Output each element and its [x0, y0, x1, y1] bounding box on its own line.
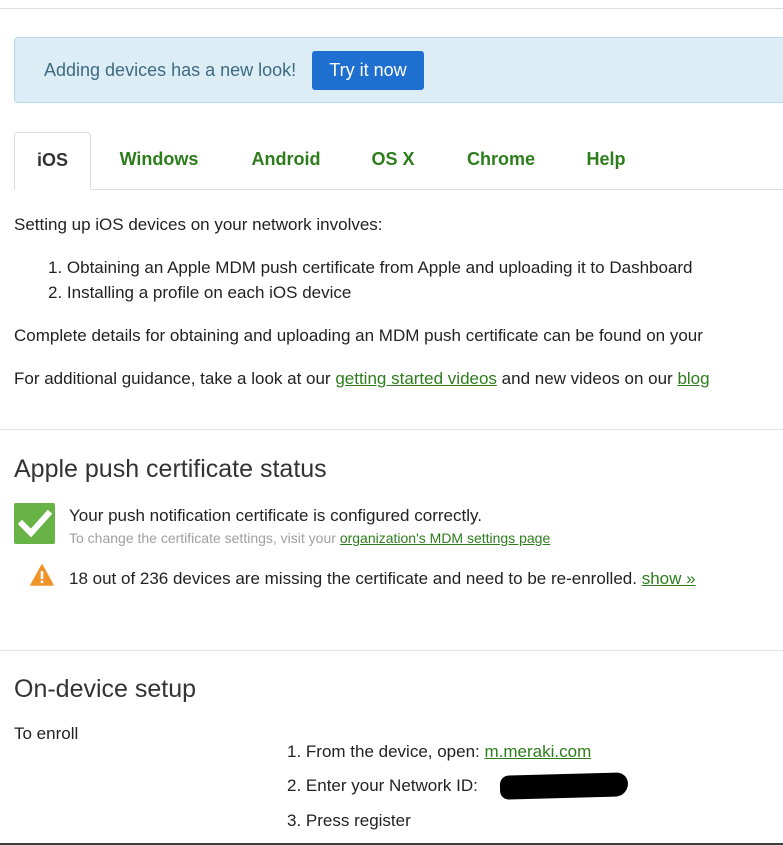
details-line: Complete details for obtaining and uploa…	[14, 326, 703, 345]
mdm-settings-link[interactable]: organization's MDM settings page	[340, 530, 550, 546]
blog-link[interactable]: blog	[677, 369, 709, 388]
warning-icon	[30, 564, 54, 591]
tab-os-x[interactable]: OS X	[356, 132, 430, 190]
guidance-prefix: For additional guidance, take a look at …	[14, 369, 336, 388]
enroll-step-1: 1. From the device, open: m.meraki.com	[287, 742, 591, 762]
cert-ok-message: Your push notification certificate is co…	[69, 506, 482, 525]
on-device-setup-heading: On-device setup	[14, 675, 197, 703]
redacted-network-id	[499, 772, 629, 800]
meraki-url-link[interactable]: m.meraki.com	[485, 742, 592, 761]
enroll-step-1-text: 1. From the device, open:	[287, 742, 485, 761]
top-divider	[0, 8, 783, 9]
enroll-step-3: 3. Press register	[287, 811, 411, 830]
tab-help[interactable]: Help	[572, 132, 640, 190]
intro-step-2: 2. Installing a profile on each iOS devi…	[48, 283, 352, 302]
show-devices-link[interactable]: show »	[642, 569, 696, 588]
tab-chrome[interactable]: Chrome	[450, 132, 552, 190]
missing-cert-warning: 18 out of 236 devices are missing the ce…	[69, 569, 696, 589]
intro-step-1: 1. Obtaining an Apple MDM push certifica…	[48, 258, 693, 277]
cert-status-heading: Apple push certificate status	[14, 455, 327, 483]
new-look-banner: Adding devices has a new look! Try it no…	[14, 37, 783, 103]
cert-settings-hint: To change the certificate settings, visi…	[69, 530, 550, 546]
getting-started-videos-link[interactable]: getting started videos	[335, 369, 497, 388]
enroll-label: To enroll	[14, 724, 79, 743]
guidance-line: For additional guidance, take a look at …	[14, 369, 710, 389]
banner-text: Adding devices has a new look!	[44, 60, 297, 80]
enroll-step-2: 2. Enter your Network ID:	[287, 776, 478, 795]
tab-android[interactable]: Android	[236, 132, 336, 190]
tab-windows[interactable]: Windows	[102, 132, 216, 190]
tab-ios[interactable]: iOS	[14, 132, 91, 190]
warning-text: 18 out of 236 devices are missing the ce…	[69, 569, 642, 588]
intro-lead: Setting up iOS devices on your network i…	[14, 215, 383, 234]
section-divider-1	[0, 429, 783, 430]
platform-tabs: iOS Windows Android OS X Chrome Help	[14, 132, 783, 190]
section-divider-2	[0, 650, 783, 651]
cert-settings-prefix: To change the certificate settings, visi…	[69, 530, 340, 546]
try-it-now-button[interactable]: Try it now	[312, 51, 424, 90]
checkmark-icon	[14, 503, 55, 544]
guidance-middle: and new videos on our	[496, 369, 678, 388]
